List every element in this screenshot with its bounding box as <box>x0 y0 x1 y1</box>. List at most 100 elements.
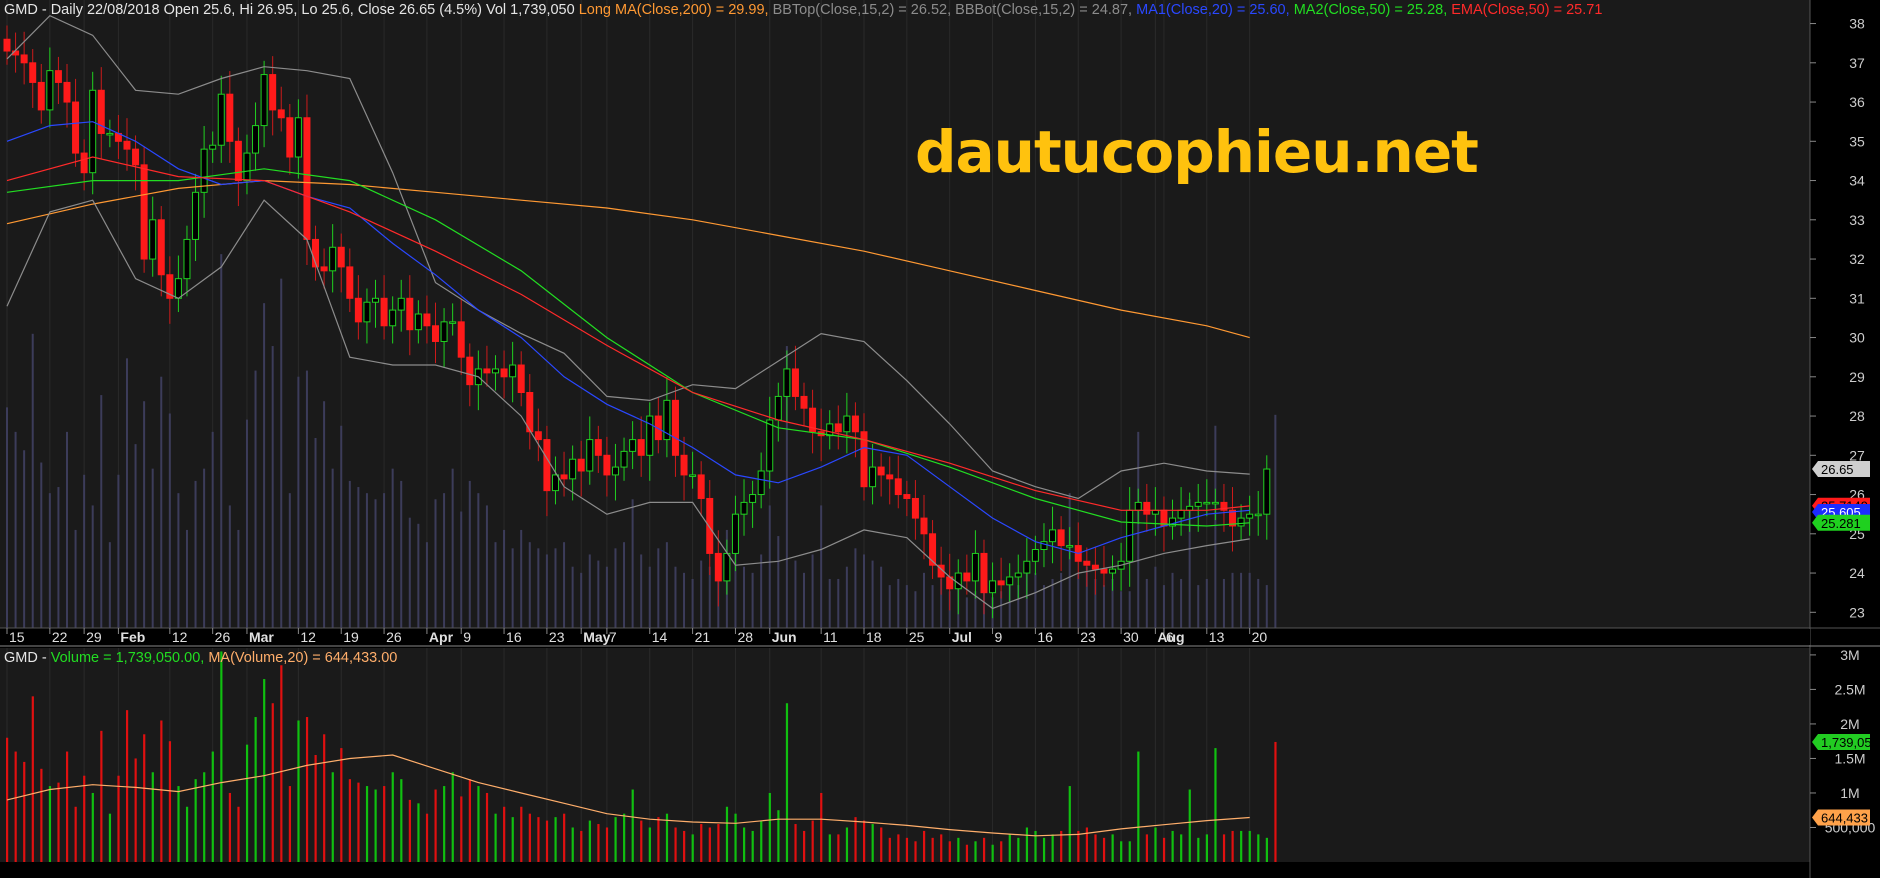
volume-bar <box>168 741 172 862</box>
volume-bar <box>614 817 617 862</box>
volume-bar <box>880 827 883 862</box>
volume-bar <box>1077 830 1080 862</box>
volume-bar <box>143 734 146 862</box>
price-y-tick-label: 38 <box>1849 16 1865 32</box>
volume-bar <box>1060 830 1063 862</box>
volume-y-tick-label: 3M <box>1840 647 1859 663</box>
volume-bar <box>160 720 163 862</box>
price-bg-volume-bar <box>777 536 780 628</box>
price-bg-volume-bar <box>563 542 566 628</box>
price-bg-volume-bar <box>305 370 308 628</box>
price-y-tick-label: 23 <box>1849 604 1865 620</box>
price-pane[interactable] <box>0 0 1810 628</box>
candle-body <box>500 368 508 378</box>
candle-body <box>869 466 877 488</box>
price-bg-volume-bar <box>74 529 77 628</box>
candle-body <box>1057 529 1065 547</box>
volume-bar <box>828 834 831 862</box>
candle-body <box>671 399 679 456</box>
volume-bar <box>1102 837 1106 862</box>
date-tick-label: 12 <box>172 629 188 645</box>
candle-body <box>54 70 62 83</box>
candle-body <box>697 474 705 499</box>
price-bg-volume-bar <box>1128 591 1131 628</box>
candle-body <box>1254 513 1262 517</box>
price-bg-volume-bar <box>254 370 257 628</box>
candle-body <box>303 117 311 240</box>
volume-bar <box>100 730 103 862</box>
price-bg-volume-bar <box>417 523 420 628</box>
date-tick-label: Feb <box>120 629 145 645</box>
candle-body <box>414 313 422 331</box>
candle-body <box>89 89 97 174</box>
price-bg-volume-bar <box>674 566 677 628</box>
price-bg-volume-bar <box>220 254 223 628</box>
candle-body <box>260 74 268 127</box>
volume-bar <box>1051 834 1054 862</box>
price-bg-volume-bar <box>1137 431 1140 628</box>
volume-bar <box>914 841 917 862</box>
candle-body <box>440 321 448 342</box>
price-bg-volume-bar <box>391 468 394 628</box>
volume-bar <box>151 772 154 862</box>
volume-bar <box>803 830 806 862</box>
volume-bar <box>1248 830 1251 862</box>
candle-body <box>234 140 242 182</box>
volume-bar <box>837 834 840 862</box>
candle-body <box>911 497 919 519</box>
volume-bar <box>288 786 292 862</box>
price-bg-volume-bar <box>1180 578 1183 628</box>
candle-body <box>226 93 234 142</box>
candle-body <box>423 313 431 327</box>
price-bg-volume-bar <box>477 493 480 628</box>
candle-body <box>731 513 739 554</box>
candle-body <box>354 297 362 323</box>
price-bg-volume-bar <box>91 505 94 628</box>
volume-bar <box>83 775 86 862</box>
candle-body <box>140 164 148 260</box>
volume-bar <box>400 779 403 862</box>
header-segment: GMD - <box>4 650 51 666</box>
date-tick-label: 25 <box>909 629 925 645</box>
volume-bar <box>383 786 386 862</box>
date-tick-label: 28 <box>737 629 753 645</box>
price-bg-volume-bar <box>425 542 428 628</box>
date-tick-label: 7 <box>609 629 617 645</box>
candle-body <box>63 81 71 103</box>
volume-bar <box>1137 751 1140 862</box>
candle-body <box>432 325 439 342</box>
volume-bar <box>357 782 360 862</box>
candle-body <box>534 431 542 441</box>
candle-body <box>380 297 388 327</box>
watermark-text: dautucophieu.net <box>915 118 1479 186</box>
price-bg-volume-bar <box>143 401 146 628</box>
price-y-tick-label: 29 <box>1849 369 1865 385</box>
volume-bar <box>683 830 686 862</box>
volume-bar <box>14 751 17 862</box>
volume-bar <box>65 751 69 862</box>
volume-bar <box>1154 827 1157 862</box>
price-bg-volume-bar <box>460 511 463 628</box>
candle-body <box>877 466 885 476</box>
volume-bar <box>31 696 34 862</box>
candle-body <box>1203 501 1211 505</box>
volume-bar <box>854 817 857 862</box>
volume-bar <box>605 827 609 862</box>
header-segment: MA2(Close,50) = 25.28, <box>1293 2 1452 18</box>
volume-pane[interactable] <box>0 648 1810 862</box>
price-bg-volume-bar <box>1197 585 1200 628</box>
volume-bar <box>340 748 343 862</box>
header-segment: EMA(Close,50) = 25.71 <box>1451 2 1603 18</box>
candle-body <box>826 423 834 437</box>
price-bg-volume-bar <box>605 566 608 628</box>
date-tick-label: 30 <box>1123 629 1139 645</box>
volume-bar <box>194 779 197 862</box>
price-bg-volume-bar <box>203 468 206 628</box>
candle-body <box>363 301 371 323</box>
volume-bar <box>1265 837 1268 862</box>
volume-bar <box>1128 841 1131 862</box>
price-bg-volume-bar <box>854 548 857 628</box>
volume-bar <box>185 806 189 862</box>
candle-body <box>800 395 808 409</box>
volume-bar <box>794 824 797 862</box>
